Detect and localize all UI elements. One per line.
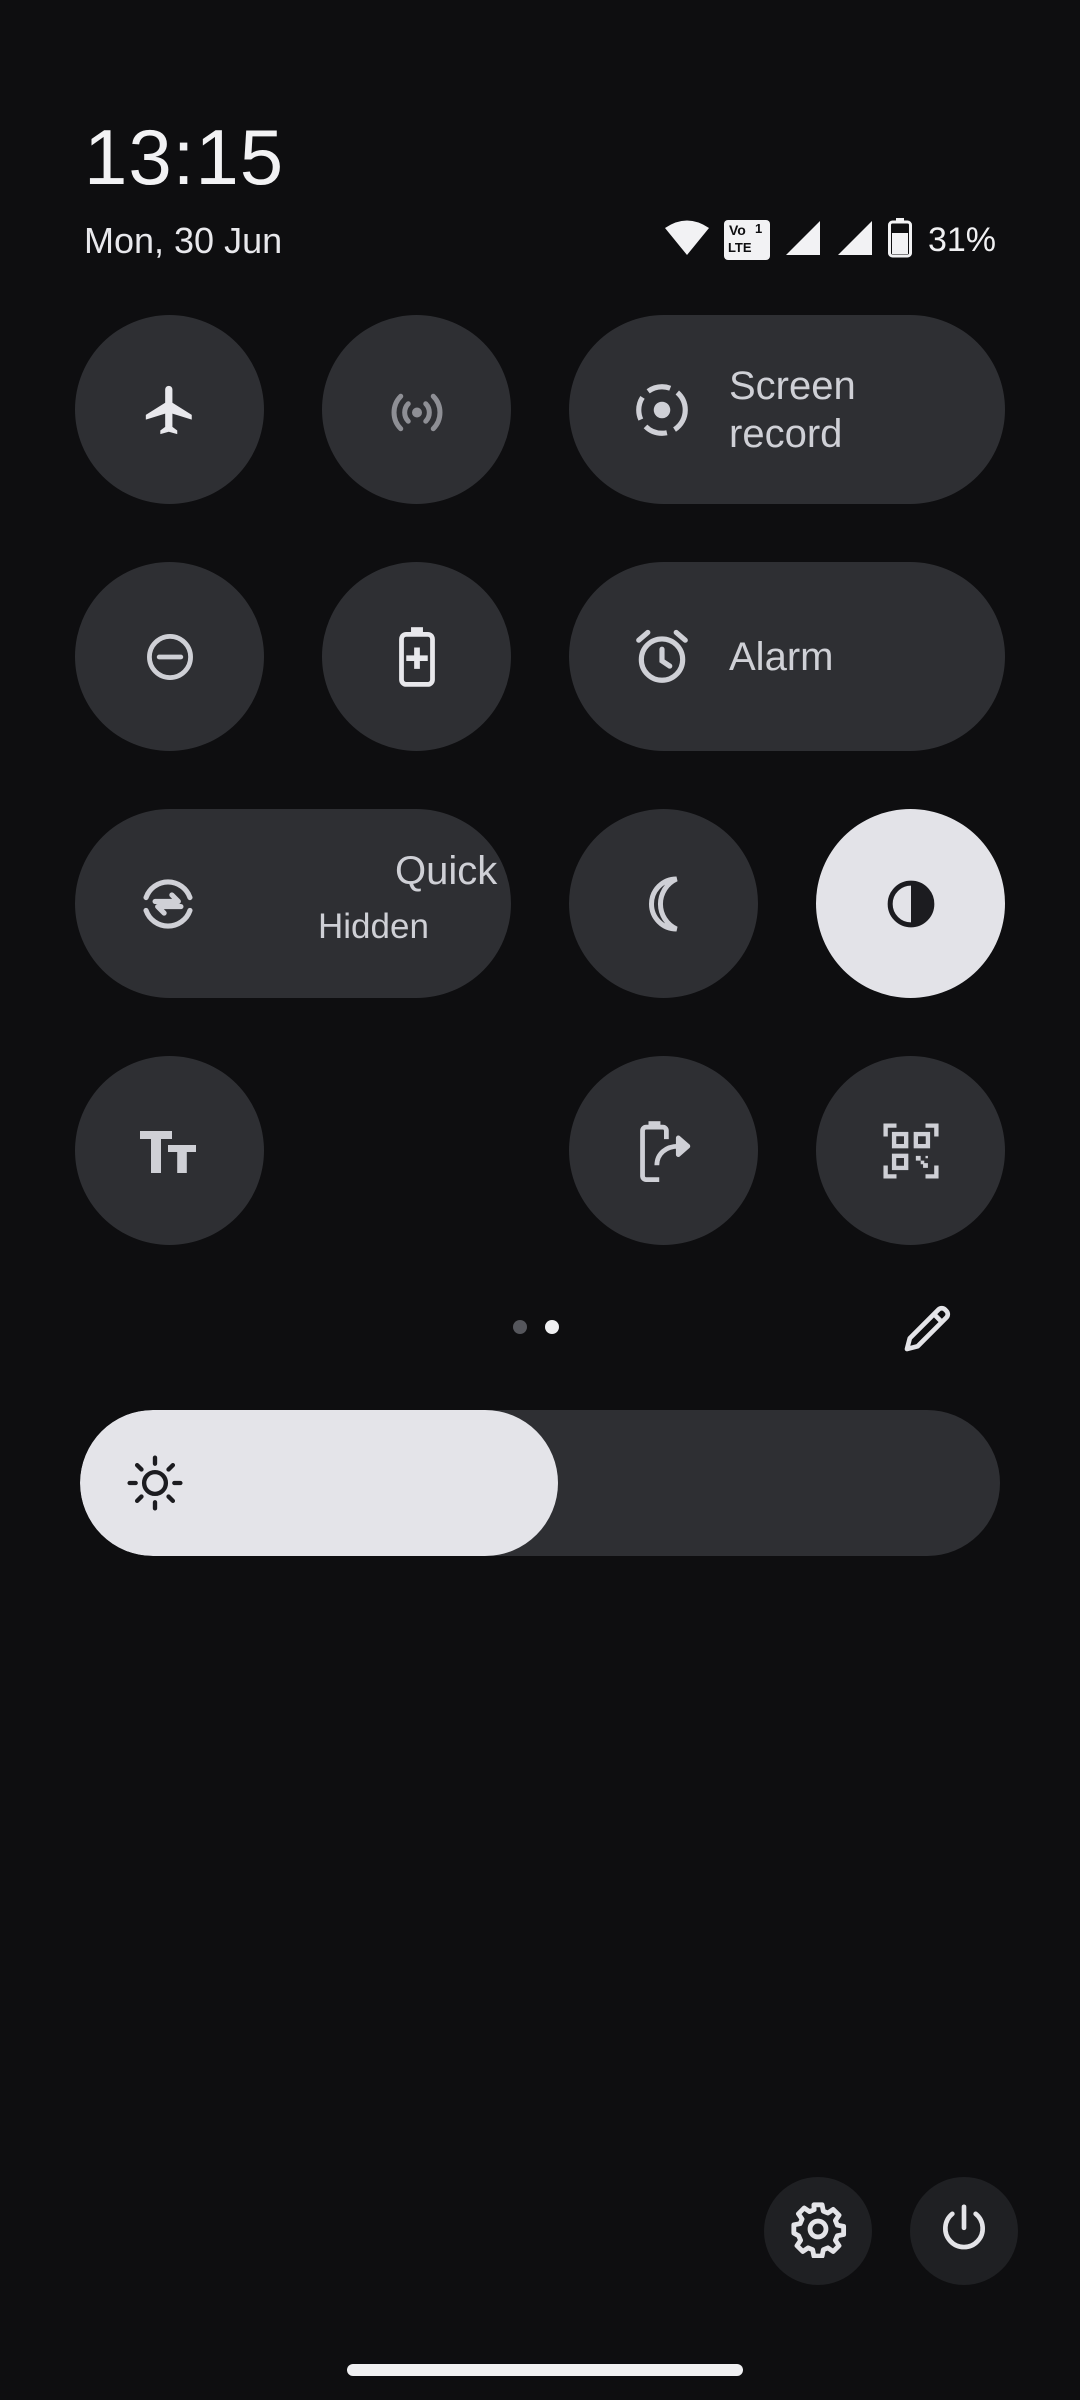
quick-share-icon bbox=[137, 873, 199, 935]
power-button[interactable] bbox=[910, 2177, 1018, 2285]
brightness-slider[interactable] bbox=[80, 1410, 1000, 1556]
power-icon bbox=[936, 2201, 992, 2262]
tile-screen-record[interactable]: Screen record bbox=[569, 315, 1005, 504]
alarm-label: Alarm bbox=[729, 634, 834, 679]
tile-qr-scanner[interactable] bbox=[816, 1056, 1005, 1245]
signal-icon bbox=[836, 219, 874, 262]
gear-icon bbox=[789, 2200, 847, 2263]
status-icons: Vo LTE 1 31% bbox=[664, 217, 996, 263]
volte-label-bottom: LTE bbox=[727, 240, 752, 255]
date: Mon, 30 Jun bbox=[84, 220, 283, 261]
do-not-disturb-icon bbox=[144, 631, 196, 683]
settings-button[interactable] bbox=[764, 2177, 872, 2285]
tile-night-light[interactable] bbox=[569, 809, 758, 998]
tile-color-inversion[interactable] bbox=[816, 809, 1005, 998]
battery-saver-icon bbox=[397, 626, 437, 688]
screen-record-icon bbox=[631, 379, 693, 441]
page-indicator-dot[interactable] bbox=[513, 1320, 527, 1334]
clock: 13:15 bbox=[84, 113, 285, 201]
tile-do-not-disturb[interactable] bbox=[75, 562, 264, 751]
battery-icon bbox=[887, 217, 912, 263]
airplane-icon bbox=[141, 381, 199, 439]
tile-battery-saver[interactable] bbox=[322, 562, 511, 751]
screen-record-label: Screen record bbox=[729, 363, 856, 456]
quick-share-sublabel: Hidden bbox=[318, 907, 429, 946]
volte-label-top: Vo bbox=[728, 222, 746, 238]
tile-hotspot[interactable] bbox=[322, 315, 511, 504]
font-size-icon bbox=[138, 1126, 202, 1176]
home-gesture-bar[interactable] bbox=[347, 2364, 743, 2376]
quick-share-label: Quick S bbox=[395, 849, 511, 893]
qr-scanner-icon bbox=[882, 1122, 940, 1180]
signal-icon bbox=[784, 219, 822, 262]
battery-share-icon bbox=[636, 1120, 692, 1182]
tile-font-size[interactable] bbox=[75, 1056, 264, 1245]
contrast-icon bbox=[886, 879, 936, 929]
tile-airplane-mode[interactable] bbox=[75, 315, 264, 504]
volte-icon: Vo LTE 1 bbox=[723, 220, 770, 260]
sim-slot-label: 1 bbox=[754, 221, 763, 236]
pencil-icon bbox=[900, 1305, 956, 1360]
hotspot-icon bbox=[387, 380, 447, 440]
sun-icon bbox=[126, 1454, 184, 1517]
page-indicator-dot-active[interactable] bbox=[545, 1320, 559, 1334]
tile-quick-share[interactable]: Quick S Hidden bbox=[75, 809, 511, 998]
moon-icon bbox=[638, 874, 690, 934]
tile-alarm[interactable]: Alarm bbox=[569, 562, 1005, 751]
alarm-icon bbox=[631, 626, 693, 688]
wifi-icon bbox=[664, 219, 710, 262]
tile-battery-share[interactable] bbox=[569, 1056, 758, 1245]
quick-share-text: Quick S Hidden bbox=[242, 847, 511, 947]
edit-button[interactable] bbox=[900, 1300, 956, 1361]
battery-percentage: 31% bbox=[927, 220, 996, 259]
